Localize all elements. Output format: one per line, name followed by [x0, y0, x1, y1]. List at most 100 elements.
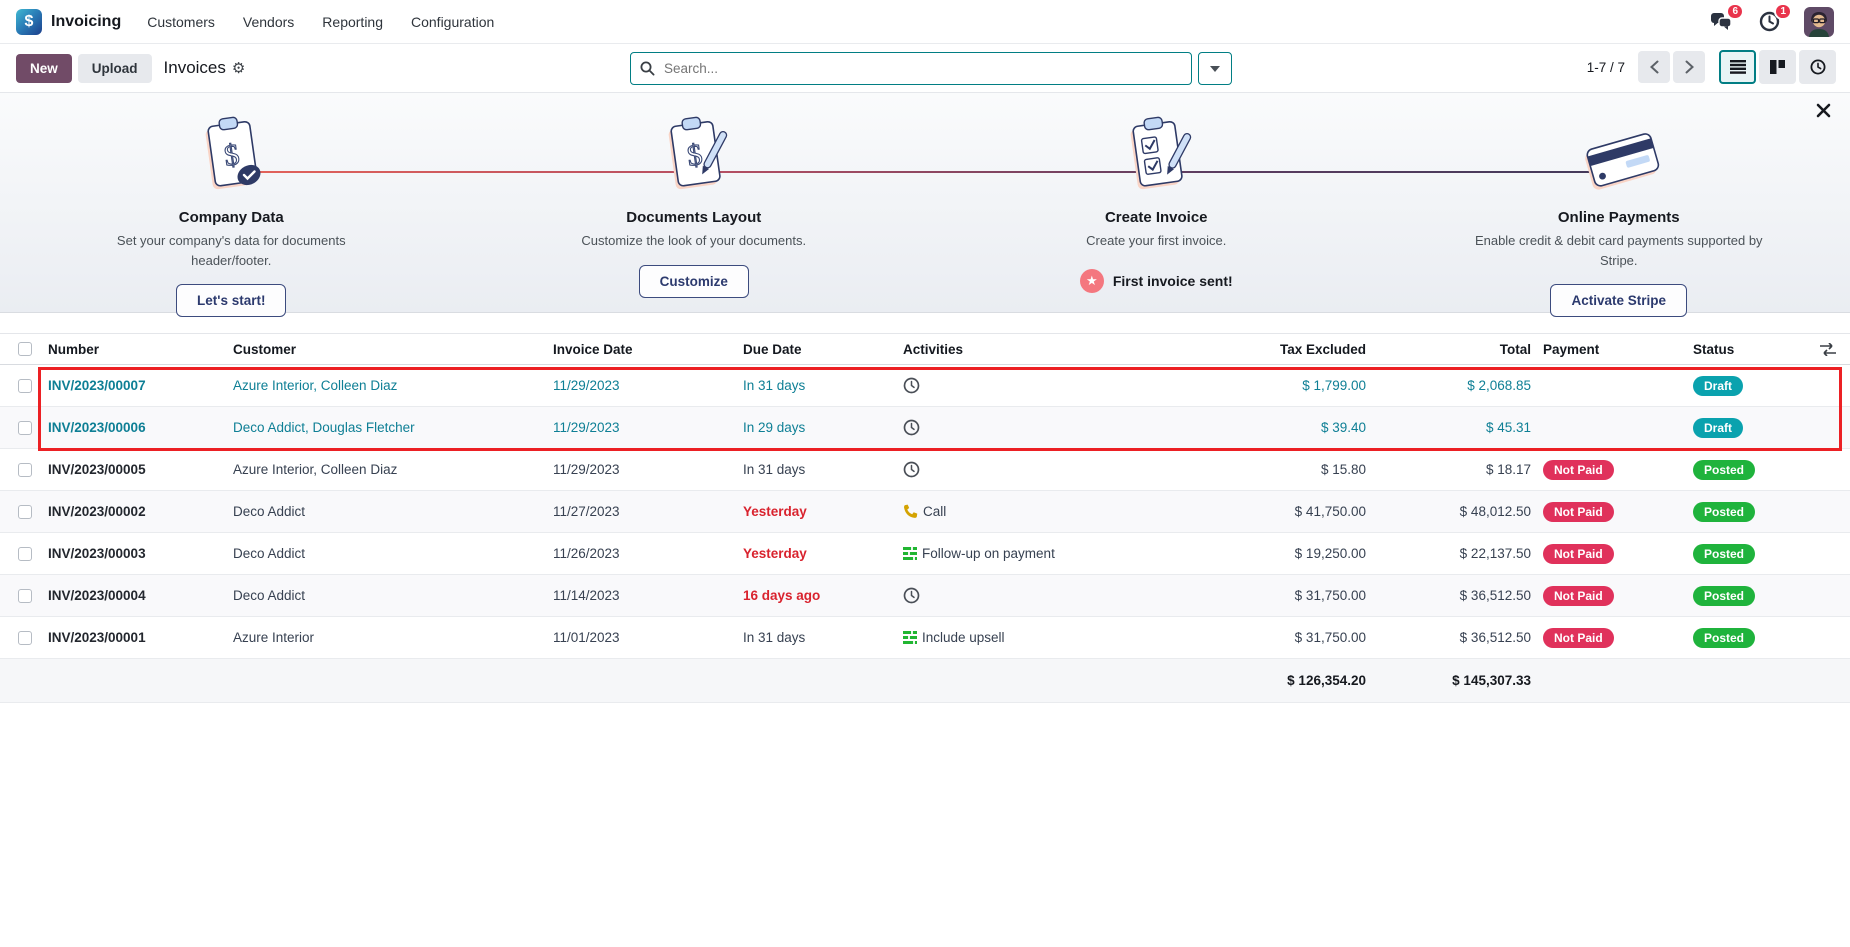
activity-clock-icon[interactable]	[903, 419, 920, 436]
column-header-activities[interactable]: Activities	[895, 342, 1095, 357]
invoice-date-cell: 11/29/2023	[545, 378, 735, 393]
invoice-date-cell: 11/29/2023	[545, 420, 735, 435]
column-header-payment[interactable]: Payment	[1535, 342, 1685, 357]
table-row[interactable]: INV/2023/00005 Azure Interior, Colleen D…	[0, 449, 1850, 491]
invoice-number-cell: INV/2023/00006	[40, 420, 225, 435]
row-checkbox[interactable]	[18, 505, 32, 519]
due-date-text: In 29 days	[743, 420, 805, 435]
pager-next-button[interactable]	[1673, 51, 1705, 83]
top-navbar: $ Invoicing Customers Vendors Reporting …	[0, 0, 1850, 44]
invoice-date-cell: 11/26/2023	[545, 546, 735, 561]
table-row[interactable]: INV/2023/00007 Azure Interior, Colleen D…	[0, 365, 1850, 407]
step-description: Create your first invoice.	[1001, 231, 1311, 251]
activities-cell: Include upsell	[895, 630, 1095, 645]
totals-tax-excluded: $ 126,354.20	[1095, 673, 1370, 688]
activity-clock-icon[interactable]	[903, 461, 920, 478]
activities-cell	[895, 419, 1095, 436]
invoice-date-cell: 11/29/2023	[545, 462, 735, 477]
column-header-invoice-date[interactable]: Invoice Date	[545, 342, 735, 357]
customize-button[interactable]: Customize	[639, 265, 749, 298]
pager-previous-button[interactable]	[1638, 51, 1670, 83]
menu-customers[interactable]: Customers	[147, 14, 215, 30]
payment-badge: Not Paid	[1543, 460, 1614, 480]
upload-button[interactable]: Upload	[78, 54, 152, 83]
activity-clock-icon[interactable]	[903, 377, 920, 394]
total-cell: $ 48,012.50	[1370, 504, 1535, 519]
app-name: Invoicing	[51, 13, 121, 31]
app-switcher[interactable]: $ Invoicing	[16, 9, 121, 35]
adjust-columns-icon[interactable]	[1800, 343, 1850, 356]
activity-phone-icon[interactable]	[903, 504, 918, 519]
payment-badge: Not Paid	[1543, 628, 1614, 648]
table-row[interactable]: INV/2023/00006 Deco Addict, Douglas Flet…	[0, 407, 1850, 449]
row-checkbox[interactable]	[18, 589, 32, 603]
search-area	[630, 52, 1232, 85]
due-date-text: In 31 days	[743, 462, 805, 477]
company-data-icon: $	[192, 113, 270, 201]
new-button[interactable]: New	[16, 54, 72, 83]
user-avatar[interactable]	[1804, 7, 1834, 37]
customer-cell: Azure Interior, Colleen Diaz	[225, 378, 545, 393]
row-checkbox[interactable]	[18, 463, 32, 477]
due-date-text: In 31 days	[743, 630, 805, 645]
table-row[interactable]: INV/2023/00003 Deco Addict 11/26/2023 Ye…	[0, 533, 1850, 575]
activity-clock-icon[interactable]	[903, 587, 920, 604]
invoice-date-cell: 11/14/2023	[545, 588, 735, 603]
column-header-customer[interactable]: Customer	[225, 342, 545, 357]
invoice-date-cell: 11/01/2023	[545, 630, 735, 645]
onboarding-step-create-invoice: Create Invoice Create your first invoice…	[925, 93, 1388, 312]
activities-cell	[895, 461, 1095, 478]
menu-configuration[interactable]: Configuration	[411, 14, 494, 30]
row-checkbox[interactable]	[18, 631, 32, 645]
invoice-number-cell: INV/2023/00007	[40, 378, 225, 393]
due-date-text: Yesterday	[743, 546, 807, 561]
column-header-status[interactable]: Status	[1685, 342, 1800, 357]
action-gear-icon[interactable]: ⚙	[232, 59, 245, 77]
list-view-button[interactable]	[1719, 50, 1756, 84]
lets-start-button[interactable]: Let's start!	[176, 284, 286, 317]
status-badge: Posted	[1693, 460, 1755, 480]
tax-excluded-cell: $ 31,750.00	[1095, 588, 1370, 603]
menu-vendors[interactable]: Vendors	[243, 14, 294, 30]
kanban-view-button[interactable]	[1759, 50, 1796, 84]
column-header-due-date[interactable]: Due Date	[735, 342, 895, 357]
tax-excluded-cell: $ 19,250.00	[1095, 546, 1370, 561]
step-description: Customize the look of your documents.	[539, 231, 849, 251]
activity-view-button[interactable]	[1799, 50, 1836, 84]
table-header-row: Number Customer Invoice Date Due Date Ac…	[0, 333, 1850, 365]
table-row[interactable]: INV/2023/00002 Deco Addict 11/27/2023 Ye…	[0, 491, 1850, 533]
step-done-indicator: ★ First invoice sent!	[925, 269, 1388, 293]
kanban-view-icon	[1770, 60, 1785, 74]
table-row[interactable]: INV/2023/00001 Azure Interior 11/01/2023…	[0, 617, 1850, 659]
activity-tasks-icon[interactable]	[903, 631, 917, 644]
row-checkbox[interactable]	[18, 379, 32, 393]
row-checkbox[interactable]	[18, 421, 32, 435]
search-dropdown-toggle[interactable]	[1198, 52, 1232, 85]
view-switcher	[1719, 50, 1836, 84]
activity-label: Call	[923, 504, 946, 519]
list-view-icon	[1730, 60, 1746, 74]
column-header-number[interactable]: Number	[40, 342, 225, 357]
activity-tasks-icon[interactable]	[903, 547, 917, 560]
customer-cell: Deco Addict	[225, 588, 545, 603]
activity-label: Include upsell	[922, 630, 1005, 645]
total-cell: $ 22,137.50	[1370, 546, 1535, 561]
customer-cell: Deco Addict	[225, 504, 545, 519]
search-input[interactable]	[662, 60, 1182, 77]
table-row[interactable]: INV/2023/00004 Deco Addict 11/14/2023 16…	[0, 575, 1850, 617]
step-title: Create Invoice	[925, 209, 1388, 226]
activities-icon[interactable]: 1	[1756, 10, 1782, 34]
messages-icon[interactable]: 6	[1708, 10, 1734, 34]
breadcrumb-title: Invoices	[164, 58, 226, 78]
totals-total: $ 145,307.33	[1370, 673, 1535, 688]
column-header-total[interactable]: Total	[1370, 342, 1535, 357]
create-invoice-icon	[1117, 113, 1195, 201]
activate-stripe-button[interactable]: Activate Stripe	[1550, 284, 1687, 317]
menu-reporting[interactable]: Reporting	[322, 14, 383, 30]
messages-badge: 6	[1726, 3, 1744, 20]
select-all-checkbox[interactable]	[18, 342, 32, 356]
row-checkbox[interactable]	[18, 547, 32, 561]
customer-cell: Deco Addict, Douglas Fletcher	[225, 420, 545, 435]
status-badge: Posted	[1693, 502, 1755, 522]
column-header-tax-excluded[interactable]: Tax Excluded	[1095, 342, 1370, 357]
